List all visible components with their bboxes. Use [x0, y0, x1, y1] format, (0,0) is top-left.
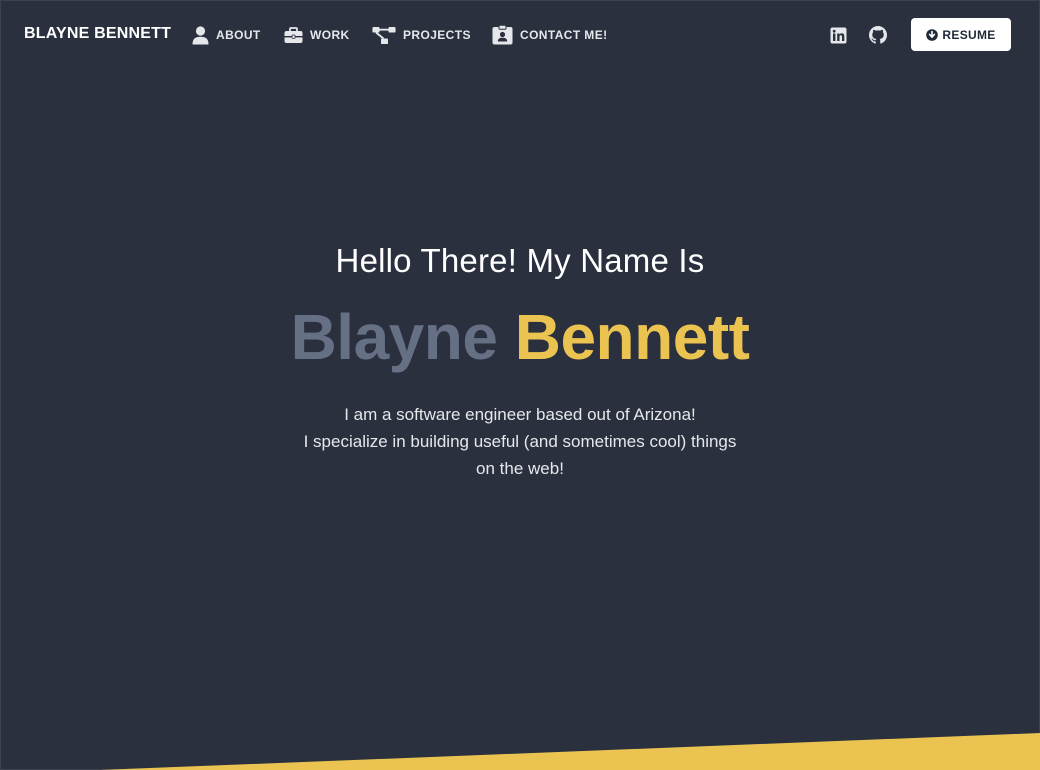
- nav-item-about-label: ABOUT: [216, 28, 261, 42]
- accent-footer-stripe: [100, 733, 1040, 770]
- arrow-circle-down-icon: [926, 28, 939, 41]
- github-icon: [869, 26, 887, 44]
- github-link[interactable]: [869, 26, 887, 44]
- nav-item-work-label: WORK: [310, 28, 350, 42]
- linkedin-link[interactable]: [829, 26, 847, 44]
- navbar: BLAYNE BENNETT ABOUT WORK PROJECTS CONTA…: [0, 0, 1040, 70]
- linkedin-icon: [830, 27, 847, 44]
- hero-first-name: Blayne: [290, 301, 498, 373]
- hero-last-name: Bennett: [514, 301, 750, 373]
- id-badge-icon: [492, 25, 513, 45]
- hero-greeting: Hello There! My Name Is: [335, 242, 705, 279]
- nav-item-projects-label: PROJECTS: [403, 28, 471, 42]
- hero-name: Blayne Bennett: [0, 300, 1040, 374]
- nav-item-about[interactable]: ABOUT: [192, 24, 261, 46]
- nav-item-projects[interactable]: PROJECTS: [372, 24, 471, 46]
- hero-bio-line: I specialize in building useful (and som…: [303, 432, 737, 451]
- resume-button[interactable]: RESUME: [911, 18, 1011, 51]
- briefcase-icon: [284, 26, 303, 44]
- resume-button-label: RESUME: [942, 27, 996, 42]
- project-diagram-icon: [372, 26, 396, 45]
- brand-name-link[interactable]: BLAYNE BENNETT: [24, 25, 171, 43]
- hero-bio-line: I am a software engineer based out of Ar…: [344, 405, 696, 424]
- hero-bio: I am a software engineer based out of Ar…: [0, 401, 1040, 482]
- nav-item-work[interactable]: WORK: [284, 24, 350, 46]
- user-icon: [192, 25, 209, 45]
- nav-item-contact[interactable]: CONTACT ME!: [492, 24, 608, 46]
- hero-bio-line: on the web!: [476, 459, 564, 478]
- nav-item-contact-label: CONTACT ME!: [520, 28, 608, 42]
